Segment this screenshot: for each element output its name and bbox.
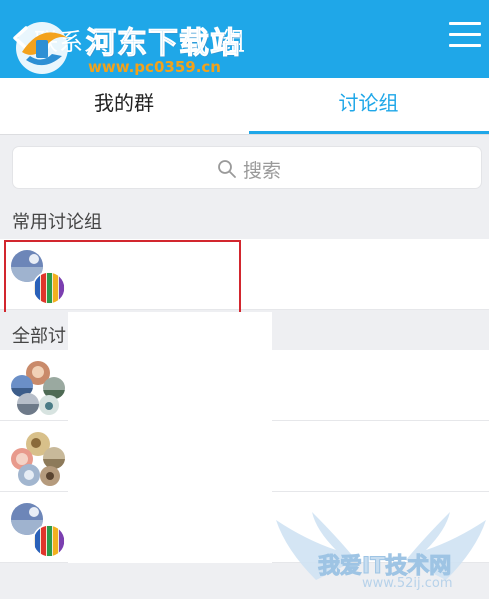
group-avatar-icon bbox=[11, 432, 65, 486]
tab-bar: 我的群 讨论组 bbox=[0, 78, 489, 135]
menu-icon[interactable] bbox=[449, 20, 481, 50]
search-input[interactable]: 搜索 bbox=[12, 146, 482, 189]
section-title-frequent: 常用讨论组 bbox=[12, 212, 102, 233]
tab-discussion-groups[interactable]: 讨论组 bbox=[248, 78, 489, 134]
group-avatar-icon bbox=[11, 503, 66, 558]
section-title-all: 全部讨 bbox=[12, 326, 66, 347]
search-icon bbox=[218, 160, 236, 178]
group-avatar-icon bbox=[11, 361, 65, 415]
active-tab-indicator bbox=[249, 131, 489, 134]
redaction-overlay bbox=[68, 493, 272, 563]
tab-my-groups[interactable]: 我的群 bbox=[0, 78, 248, 134]
search-area: 搜索 bbox=[0, 135, 489, 201]
watermark-site-url: www.pc0359.cn bbox=[88, 58, 221, 76]
section-header-frequent: 常用讨论组 bbox=[0, 201, 489, 239]
watermark-bottom-url: www.52ij.com bbox=[362, 576, 453, 591]
search-placeholder: 搜索 bbox=[243, 160, 282, 182]
highlight-annotation bbox=[4, 240, 241, 314]
redaction-overlay bbox=[68, 312, 272, 493]
watermark-logo-icon bbox=[16, 22, 68, 74]
watermark-site-name: 河东下载站 bbox=[86, 26, 241, 62]
